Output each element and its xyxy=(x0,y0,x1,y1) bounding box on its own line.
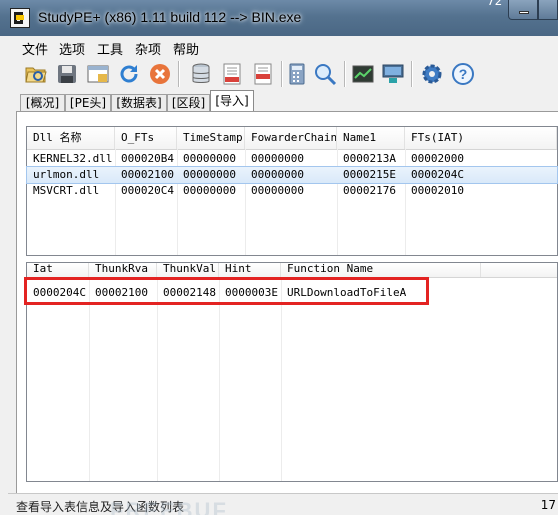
cell: 00002100 xyxy=(121,168,174,181)
maximize-button[interactable] xyxy=(538,0,558,20)
dll-list-header: Dll 名称 O_FTs TimeStamp FowarderChain Nam… xyxy=(27,127,557,150)
open-icon[interactable] xyxy=(24,62,48,86)
status-bar: 查看导入表信息及导入函数列表 17 xyxy=(8,493,558,516)
tab-imports[interactable]: [导入] xyxy=(210,90,254,112)
menu-bar: 文件 选项 工具 杂项 帮助 xyxy=(8,36,558,58)
network-icon[interactable] xyxy=(381,62,405,86)
tab-overview[interactable]: [概况] xyxy=(20,94,65,111)
col-thunk-rva[interactable]: ThunkRva xyxy=(89,263,157,277)
cell: urlmon.dll xyxy=(33,168,100,181)
col-fts-iat[interactable]: FTs(IAT) xyxy=(405,127,557,149)
table-row[interactable]: KERNEL32.dll 000020B4 00000000 00000000 … xyxy=(27,151,557,167)
cell: 00000000 xyxy=(251,168,304,181)
col-timestamp[interactable]: TimeStamp xyxy=(177,127,245,149)
cell: 00002176 xyxy=(343,184,396,197)
col-forwarder-chain[interactable]: FowarderChain xyxy=(245,127,337,149)
close-icon[interactable] xyxy=(148,62,172,86)
table-row[interactable]: MSVCRT.dll 000020C4 00000000 00000000 00… xyxy=(27,183,557,199)
app-icon[interactable] xyxy=(10,8,30,28)
cell: 0000215E xyxy=(343,168,396,181)
app-window: StudyPE+ (x86) 1.11 build 112 --> BIN.ex… xyxy=(0,0,558,530)
menu-tools[interactable]: 工具 xyxy=(97,39,123,58)
col-name1[interactable]: Name1 xyxy=(337,127,405,149)
minimize-button[interactable] xyxy=(508,0,538,20)
col-hint[interactable]: Hint xyxy=(219,263,281,277)
cell: 000020B4 xyxy=(121,152,174,165)
refresh-icon[interactable] xyxy=(117,62,141,86)
cell: 0000213A xyxy=(343,152,396,165)
help-icon[interactable]: ? xyxy=(451,62,475,86)
cell: KERNEL32.dll xyxy=(33,152,113,165)
bottom-strip xyxy=(0,515,558,530)
function-list-header: Iat ThunkRva ThunkVal Hint Function Name xyxy=(27,263,557,278)
col-dll-name[interactable]: Dll 名称 xyxy=(27,127,115,149)
asm-icon[interactable] xyxy=(251,62,275,86)
cell: 00000000 xyxy=(183,152,236,165)
save-icon[interactable] xyxy=(55,62,79,86)
tab-sections[interactable]: [区段] xyxy=(167,94,210,111)
cell: 00002010 xyxy=(411,184,464,197)
cell: 000020C4 xyxy=(121,184,174,197)
cell: 00000000 xyxy=(183,168,236,181)
status-right-text: 17 xyxy=(540,498,556,512)
svg-text:?: ? xyxy=(459,66,468,82)
asm-icon[interactable] xyxy=(220,62,244,86)
chart-icon[interactable] xyxy=(351,62,375,86)
tab-pe-header[interactable]: [PE头] xyxy=(65,94,111,111)
database-icon[interactable] xyxy=(189,62,213,86)
menu-options[interactable]: 选项 xyxy=(59,39,85,58)
cell: 00002000 xyxy=(411,152,464,165)
menu-help[interactable]: 帮助 xyxy=(173,39,199,58)
window-icon[interactable] xyxy=(86,62,110,86)
col-thunk-val[interactable]: ThunkVal xyxy=(157,263,219,277)
window-title: StudyPE+ (x86) 1.11 build 112 --> BIN.ex… xyxy=(38,9,302,25)
highlight-box xyxy=(24,277,429,305)
gear-icon[interactable] xyxy=(420,62,444,86)
search-icon[interactable] xyxy=(313,62,337,86)
cell: 00000000 xyxy=(183,184,236,197)
cell: 00000000 xyxy=(251,152,304,165)
toolbar: ? xyxy=(8,57,558,90)
col-oft[interactable]: O_FTs xyxy=(115,127,177,149)
cell: MSVCRT.dll xyxy=(33,184,100,197)
calculator-icon[interactable] xyxy=(285,62,309,86)
cell: 00000000 xyxy=(251,184,304,197)
title-bar[interactable]: StudyPE+ (x86) 1.11 build 112 --> BIN.ex… xyxy=(0,0,558,36)
col-function-name[interactable]: Function Name xyxy=(281,263,481,277)
menu-misc[interactable]: 杂项 xyxy=(135,39,161,58)
corner-text: 72 xyxy=(487,0,503,8)
cell: 0000204C xyxy=(411,168,464,181)
tab-bar: [概况] [PE头] [数据表] [区段] [导入] xyxy=(8,90,558,112)
table-row-selected[interactable]: urlmon.dll 00002100 00000000 00000000 00… xyxy=(26,166,558,184)
dll-list[interactable]: Dll 名称 O_FTs TimeStamp FowarderChain Nam… xyxy=(26,126,558,256)
menu-file[interactable]: 文件 xyxy=(22,39,48,58)
col-iat[interactable]: Iat xyxy=(27,263,89,277)
tab-data-tables[interactable]: [数据表] xyxy=(111,94,167,111)
